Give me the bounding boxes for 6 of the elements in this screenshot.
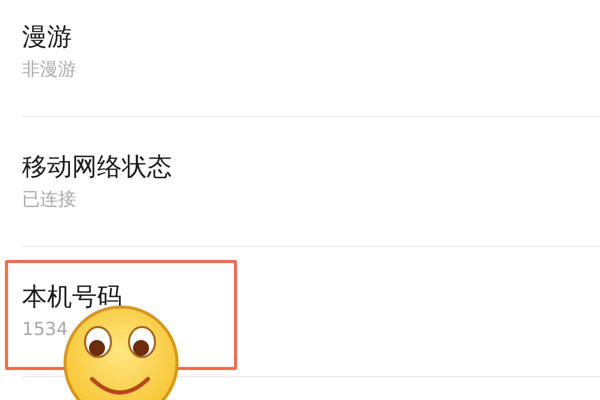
setting-title: 移动网络状态: [22, 151, 172, 183]
setting-value: 已连接: [22, 188, 76, 212]
setting-title: 本机号码: [22, 281, 122, 313]
setting-value: 非漫游: [22, 58, 76, 82]
setting-value: 1534: [22, 318, 68, 342]
setting-title: 漫游: [22, 21, 72, 53]
